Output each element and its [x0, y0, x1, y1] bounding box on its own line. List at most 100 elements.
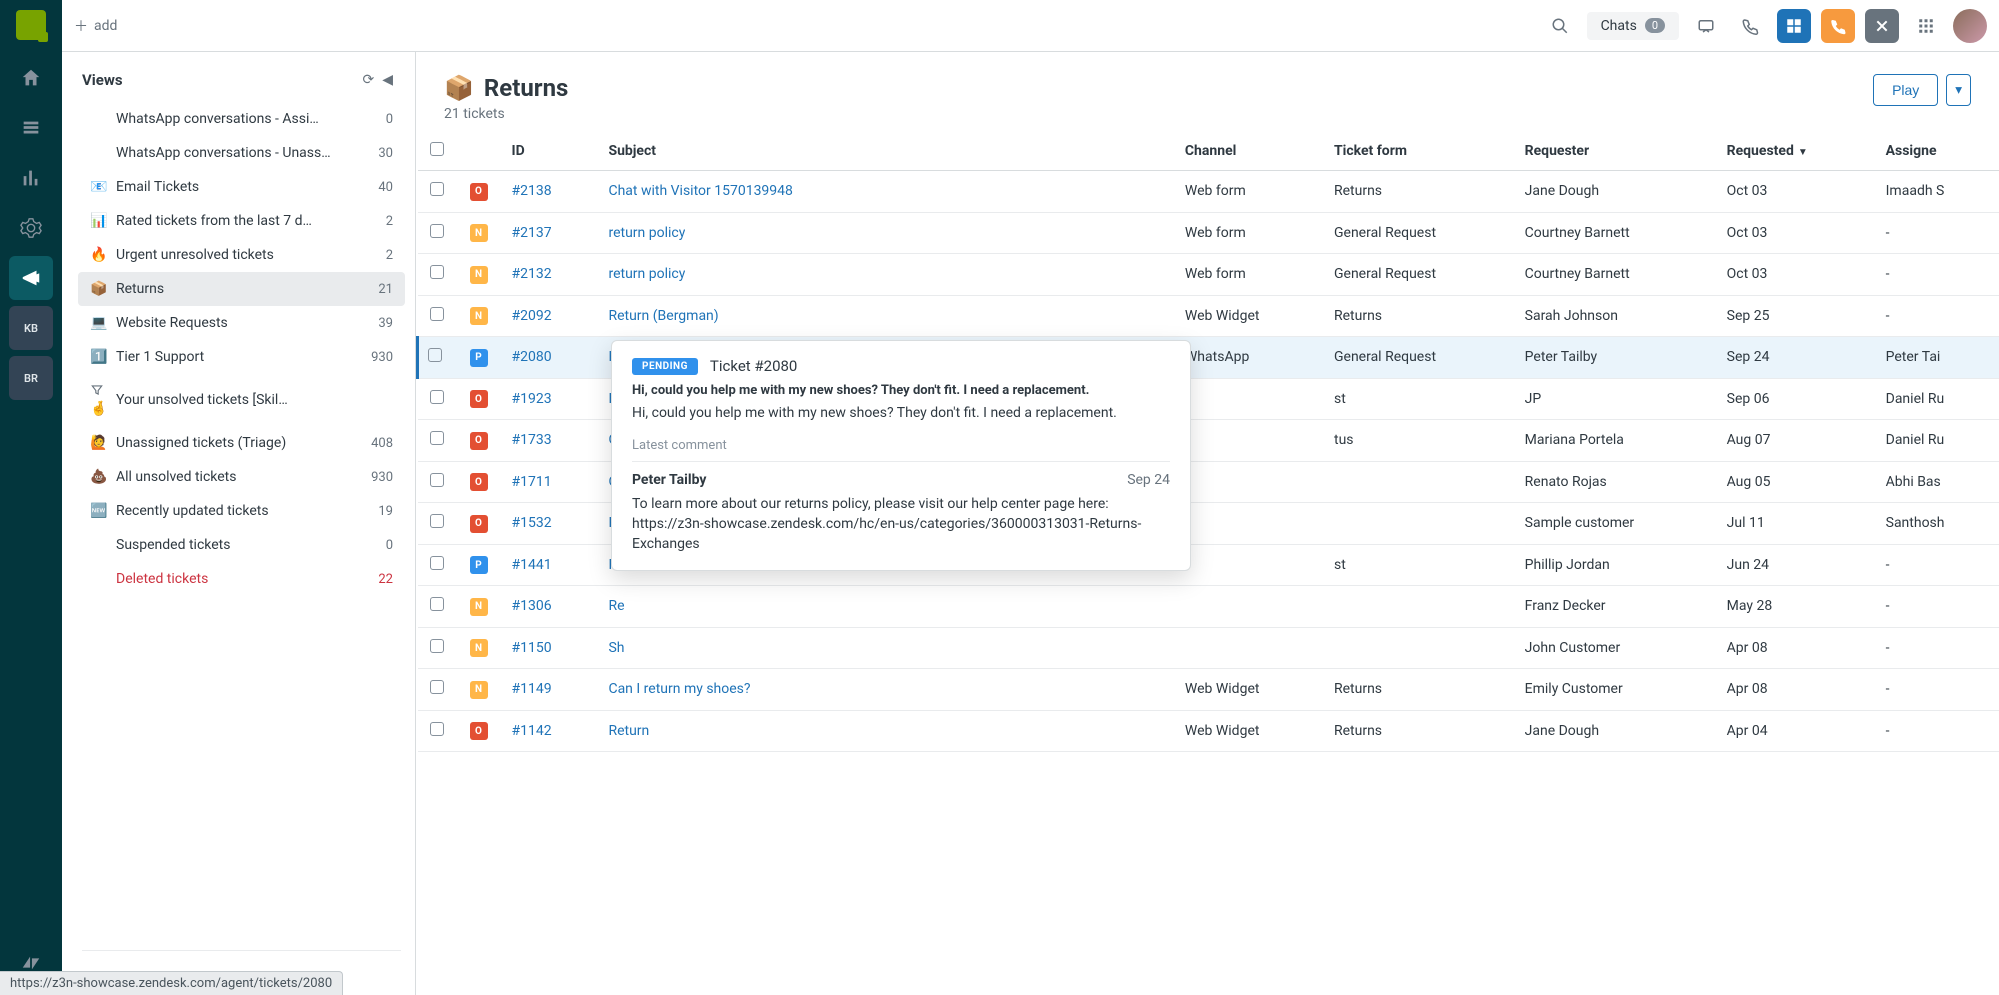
ticket-id-link[interactable]: #2092 [512, 308, 552, 324]
ticket-id-link[interactable]: #1150 [512, 640, 552, 656]
table-row[interactable]: O#1142ReturnWeb WidgetReturnsJane DoughA… [418, 710, 1999, 752]
view-label: Website Requests [116, 315, 370, 331]
table-row[interactable]: N#2092Return (Bergman)Web WidgetReturnsS… [418, 295, 1999, 337]
col-requested[interactable]: Requested▼ [1715, 132, 1874, 171]
nav-kb[interactable]: KB [9, 306, 53, 350]
chats-label: Chats [1601, 18, 1637, 34]
sort-desc-icon: ▼ [1798, 147, 1808, 158]
col-assignee[interactable]: Assigne [1874, 132, 1999, 171]
col-subject[interactable]: Subject [596, 132, 1172, 171]
table-row[interactable]: O#2138Chat with Visitor 1570139948Web fo… [418, 171, 1999, 213]
view-item[interactable]: 💻Website Requests39 [78, 306, 405, 340]
view-item[interactable]: Suspended tickets0 [78, 528, 405, 562]
nav-home[interactable] [9, 56, 53, 100]
col-id[interactable]: ID [500, 132, 597, 171]
row-checkbox[interactable] [430, 265, 444, 279]
row-checkbox[interactable] [430, 390, 444, 404]
ticket-subject-link[interactable]: Return (Bergman) [608, 308, 718, 324]
conversations-icon[interactable] [1689, 10, 1723, 42]
ticket-id-link[interactable]: #1441 [512, 557, 552, 573]
row-checkbox[interactable] [430, 473, 444, 487]
view-item[interactable]: 📦Returns21 [78, 272, 405, 306]
row-checkbox[interactable] [430, 722, 444, 736]
user-avatar[interactable] [1953, 9, 1987, 43]
cell-requester: Franz Decker [1513, 586, 1715, 628]
ticket-id-link[interactable]: #2132 [512, 266, 552, 282]
phone-icon[interactable] [1733, 10, 1767, 42]
view-item[interactable]: 📊Rated tickets from the last 7 d…2 [78, 204, 405, 238]
nav-reports[interactable] [9, 156, 53, 200]
view-item[interactable]: Deleted tickets22 [78, 562, 405, 596]
zendesk-logo[interactable] [16, 10, 46, 40]
table-row[interactable]: N#1150ShJohn CustomerApr 08- [418, 627, 1999, 669]
search-icon[interactable] [1543, 10, 1577, 42]
col-channel[interactable]: Channel [1173, 132, 1322, 171]
row-checkbox[interactable] [430, 514, 444, 528]
apps-grid-icon[interactable] [1909, 10, 1943, 42]
status-badge: N [470, 598, 488, 616]
row-checkbox[interactable] [428, 348, 442, 362]
ticket-id-link[interactable]: #1532 [512, 515, 552, 531]
nav-views[interactable] [9, 106, 53, 150]
app-square-2[interactable] [1821, 9, 1855, 43]
table-row[interactable]: N#1149Can I return my shoes?Web WidgetRe… [418, 669, 1999, 711]
refresh-icon[interactable]: ⟳ [358, 68, 378, 92]
view-item[interactable]: 🤞Your unsolved tickets [Skil… [78, 374, 405, 426]
row-checkbox[interactable] [430, 182, 444, 196]
nav-br[interactable]: BR [9, 356, 53, 400]
ticket-id-link[interactable]: #1306 [512, 598, 552, 614]
table-row[interactable]: N#2137return policyWeb formGeneral Reque… [418, 212, 1999, 254]
play-dropdown[interactable]: ▾ [1946, 74, 1971, 106]
ticket-id-link[interactable]: #2080 [512, 349, 552, 365]
play-button[interactable]: Play [1873, 74, 1938, 106]
ticket-subject-link[interactable]: return policy [608, 225, 685, 241]
ticket-subject-link[interactable]: Can I return my shoes? [608, 681, 750, 697]
cell-channel: Web form [1173, 212, 1322, 254]
select-all-checkbox[interactable] [430, 142, 444, 156]
table-row[interactable]: N#2132return policyWeb formGeneral Reque… [418, 254, 1999, 296]
ticket-subject-link[interactable]: Return [608, 723, 649, 739]
col-requester[interactable]: Requester [1513, 132, 1715, 171]
ticket-id-link[interactable]: #2137 [512, 225, 552, 241]
ticket-id-link[interactable]: #1149 [512, 681, 552, 697]
nav-admin[interactable] [9, 206, 53, 250]
col-form[interactable]: Ticket form [1322, 132, 1513, 171]
row-checkbox[interactable] [430, 431, 444, 445]
row-checkbox[interactable] [430, 597, 444, 611]
ticket-id-link[interactable]: #1733 [512, 432, 552, 448]
app-square-3[interactable] [1865, 9, 1899, 43]
view-item[interactable]: WhatsApp conversations - Assi…0 [78, 102, 405, 136]
row-checkbox[interactable] [430, 680, 444, 694]
cell-assignee: Peter Tai [1874, 337, 1999, 379]
row-checkbox[interactable] [430, 307, 444, 321]
row-checkbox[interactable] [430, 639, 444, 653]
ticket-id-link[interactable]: #1711 [512, 474, 552, 490]
view-item[interactable]: 📧Email Tickets40 [78, 170, 405, 204]
view-icon: 📊 [90, 213, 108, 229]
view-count: 930 [371, 470, 393, 485]
chats-button[interactable]: Chats 0 [1587, 12, 1679, 40]
status-badge: P [470, 349, 488, 367]
ticket-id-link[interactable]: #2138 [512, 183, 552, 199]
row-checkbox[interactable] [430, 556, 444, 570]
collapse-icon[interactable]: ◀ [378, 68, 397, 92]
ticket-subject-link[interactable]: Chat with Visitor 1570139948 [608, 183, 792, 199]
view-item[interactable]: 🆕Recently updated tickets19 [78, 494, 405, 528]
cell-channel: WhatsApp [1173, 337, 1322, 379]
app-square-1[interactable] [1777, 9, 1811, 43]
ticket-id-link[interactable]: #1923 [512, 391, 552, 407]
row-checkbox[interactable] [430, 224, 444, 238]
cell-channel: Web form [1173, 254, 1322, 296]
nav-marketing[interactable] [9, 256, 53, 300]
table-row[interactable]: N#1306ReFranz DeckerMay 28- [418, 586, 1999, 628]
add-button[interactable]: ＋ add [74, 16, 117, 36]
view-item[interactable]: 🙋Unassigned tickets (Triage)408 [78, 426, 405, 460]
ticket-subject-link[interactable]: return policy [608, 266, 685, 282]
view-item[interactable]: 💩All unsolved tickets930 [78, 460, 405, 494]
view-item[interactable]: WhatsApp conversations - Unass…30 [78, 136, 405, 170]
ticket-subject-link[interactable]: Sh [608, 640, 624, 656]
view-item[interactable]: 1️⃣Tier 1 Support930 [78, 340, 405, 374]
view-item[interactable]: 🔥Urgent unresolved tickets2 [78, 238, 405, 272]
ticket-subject-link[interactable]: Re [608, 598, 624, 614]
ticket-id-link[interactable]: #1142 [512, 723, 552, 739]
